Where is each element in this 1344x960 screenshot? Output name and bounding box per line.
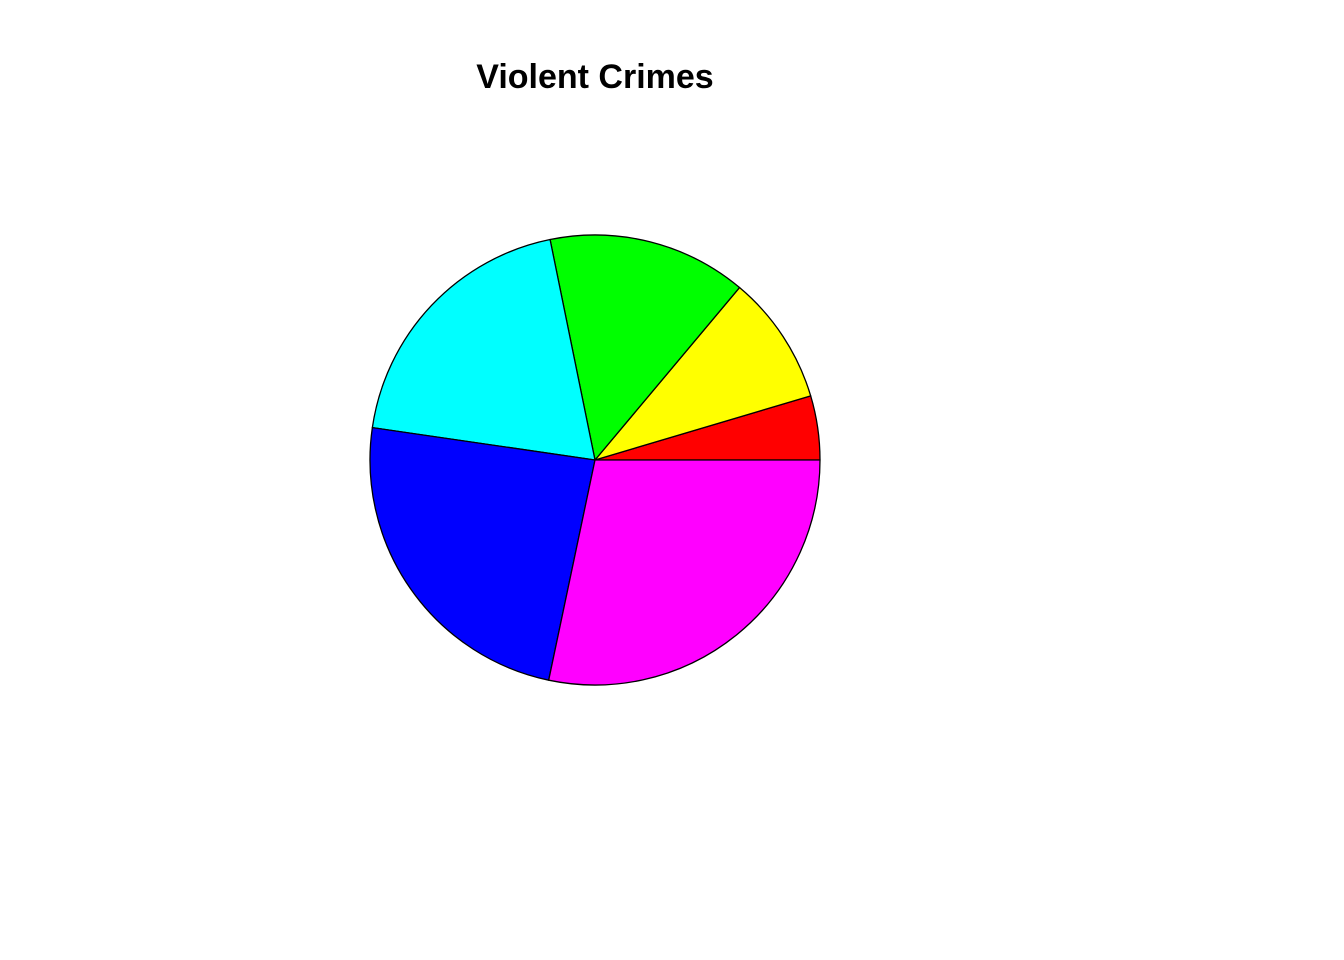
pie-slices — [369, 234, 821, 686]
pie-slice-6 — [548, 459, 821, 686]
pie-chart — [369, 234, 821, 686]
